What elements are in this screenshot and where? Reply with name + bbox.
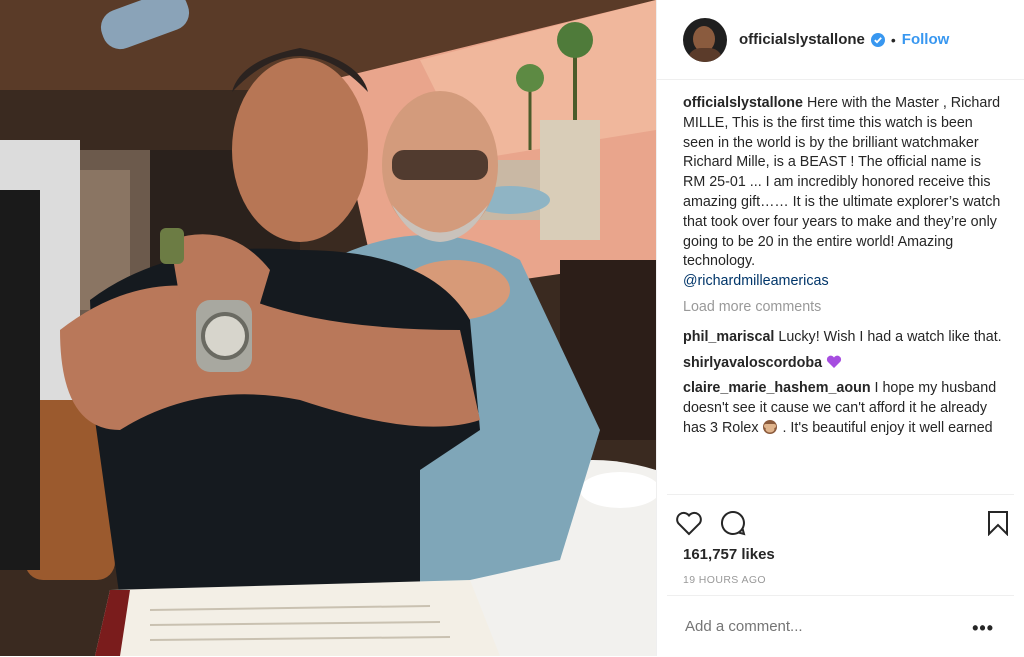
post-photo[interactable]: [0, 0, 656, 656]
post-timestamp: 19 HOURS AGO: [683, 574, 766, 586]
add-comment-input[interactable]: [683, 617, 987, 636]
comment-button[interactable]: [717, 507, 749, 539]
comment-username[interactable]: claire_marie_hashem_aoun: [683, 380, 871, 396]
like-button[interactable]: [673, 507, 705, 539]
post-sidebar: officialslystallone • Follow officialsly…: [656, 0, 1024, 656]
follow-button[interactable]: Follow: [902, 31, 950, 48]
likes-count[interactable]: 161,757 likes: [683, 546, 775, 563]
caption: officialslystallone Here with the Master…: [683, 94, 1004, 292]
comments-list[interactable]: officialslystallone Here with the Master…: [683, 94, 1004, 494]
instagram-post: officialslystallone • Follow officialsly…: [0, 0, 1024, 656]
comment-text-after: . It's beautiful enjoy it well earned: [782, 419, 993, 436]
save-button[interactable]: [982, 507, 1014, 539]
load-more-comments-button[interactable]: Load more comments: [683, 298, 1004, 318]
action-bar: [667, 494, 1014, 551]
header-separator: •: [890, 31, 896, 48]
comment-text: Lucky! Wish I had a watch like that.: [774, 328, 1002, 345]
user-avatar[interactable]: [683, 17, 727, 62]
caption-text: Here with the Master , Richard MILLE, Th…: [683, 95, 1001, 270]
see-no-evil-monkey-icon: [763, 419, 778, 434]
photo-illustration: [0, 0, 656, 656]
comment-username[interactable]: phil_mariscal: [683, 329, 774, 345]
comment-item: claire_marie_hashem_aoun I hope my husba…: [683, 379, 1004, 438]
header-username[interactable]: officialslystallone: [739, 31, 865, 48]
post-header: officialslystallone • Follow: [657, 0, 1024, 80]
bookmark-icon: [988, 511, 1008, 536]
caption-username[interactable]: officialslystallone: [683, 95, 803, 111]
purple-heart-icon: [826, 355, 842, 368]
comment-item: phil_mariscal Lucky! Wish I had a watch …: [683, 328, 1004, 348]
add-comment-bar: •••: [667, 595, 1014, 657]
comment-item: shirlyavaloscordoba: [683, 354, 1004, 374]
heart-icon: [676, 511, 702, 536]
more-options-button[interactable]: •••: [972, 618, 994, 639]
verified-badge-icon: [870, 32, 885, 47]
comment-username[interactable]: shirlyavaloscordoba: [683, 355, 822, 371]
caption-mention[interactable]: @richardmilleamericas: [683, 273, 829, 289]
comment-icon: [721, 510, 746, 536]
